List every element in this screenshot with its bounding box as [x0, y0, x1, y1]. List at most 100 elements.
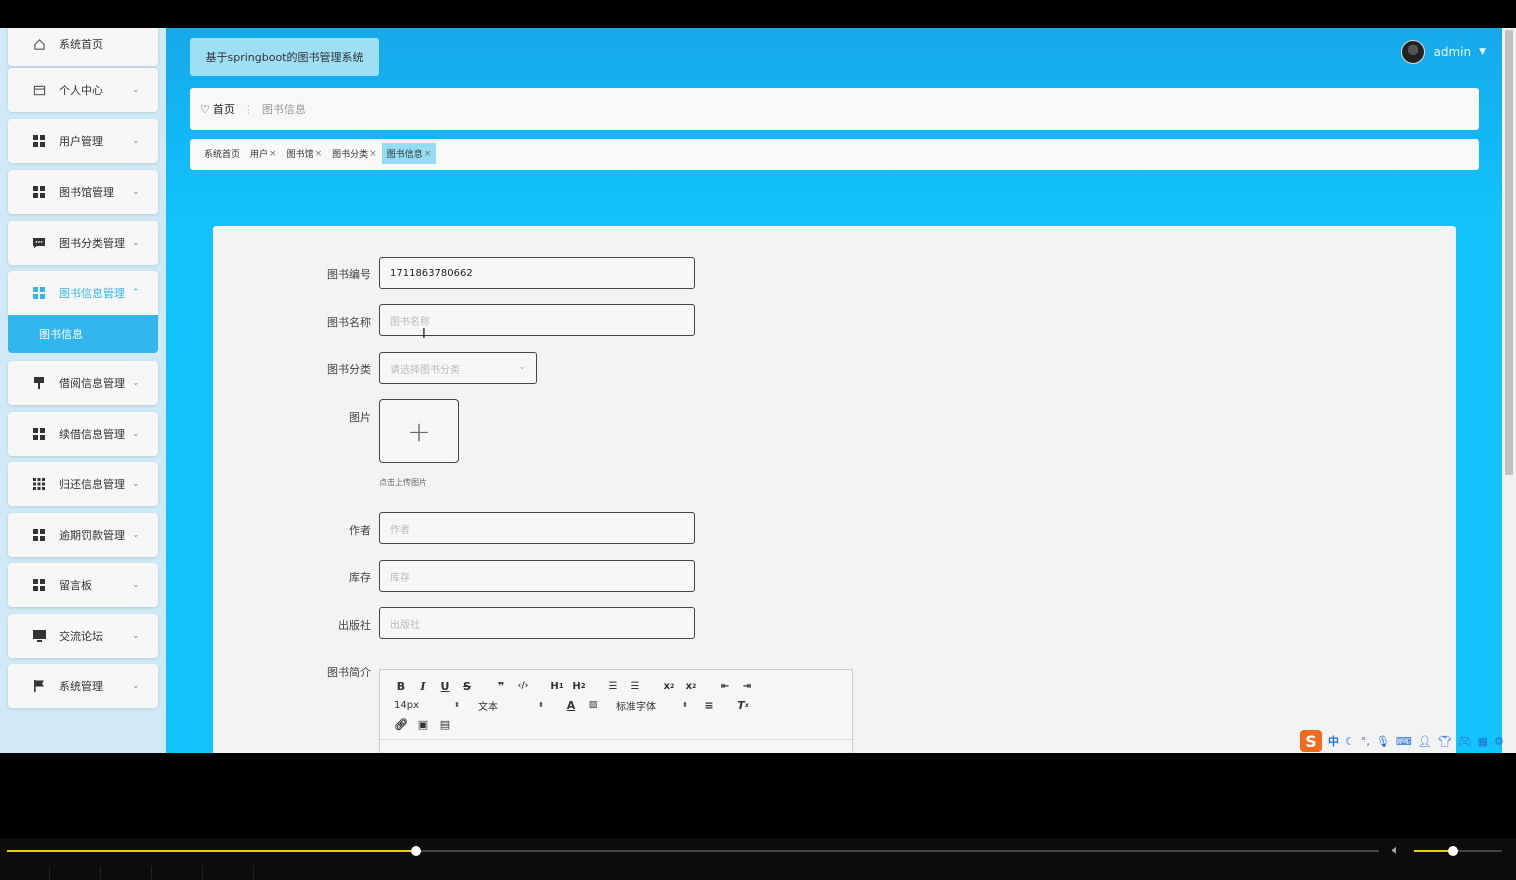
heading-1-icon[interactable]: H1 [546, 678, 568, 694]
tab-home[interactable]: 系统首页 [199, 143, 245, 164]
ordered-list-icon[interactable]: ☰ [602, 678, 624, 694]
close-icon[interactable]: × [269, 149, 277, 159]
updown-arrow-icon: ⬍ [682, 701, 688, 709]
user-icon[interactable]: 👤︎ [1418, 735, 1432, 748]
editor-toolbar-row-3: 🔗︎ ▣ ▤ [390, 716, 456, 732]
text-style-select[interactable]: 文本 ⬍ [474, 698, 544, 713]
font-size-select[interactable]: 14px ⬍ [390, 700, 460, 711]
game-icon[interactable]: 🎮︎ [1458, 735, 1472, 748]
bold-icon[interactable]: B [390, 678, 412, 694]
background-color-icon[interactable]: ▨ [582, 697, 604, 713]
sidebar-item-message-board[interactable]: 留言板 ⌄ [8, 563, 158, 607]
chevron-down-icon: ⌄ [132, 681, 140, 691]
progress-bar[interactable] [7, 846, 1379, 856]
moon-icon[interactable]: ☾ [1345, 735, 1355, 748]
image-icon[interactable]: ▣ [412, 716, 434, 732]
book-no-field[interactable]: 1711863780662 [379, 257, 695, 289]
sidebar-item-label: 系统管理 [59, 680, 103, 693]
tab-book-info[interactable]: 图书信息 × [381, 143, 437, 164]
category-select-placeholder: 请选择图书分类 [390, 364, 460, 376]
app-window: 系统首页 个人中心 ⌄ 用户管理 ⌄ 图书馆管理 ⌄ 图书分类管理 ⌄ 图书信息… [0, 28, 1516, 753]
tab-label: 用户 [250, 150, 269, 160]
author-field[interactable]: 作者 [379, 512, 695, 544]
book-name-label: 图书名称 [327, 316, 371, 329]
font-family-value: 标准字体 [616, 701, 656, 713]
volume-knob[interactable] [1447, 846, 1458, 856]
chevron-up-icon: ⌃ [132, 288, 140, 298]
player-control-slot [101, 866, 152, 880]
sidebar-item-user-management[interactable]: 用户管理 ⌄ [8, 119, 158, 163]
video-player-bar: 🔈︎ [0, 838, 1516, 880]
outdent-icon[interactable]: ⇤ [714, 678, 736, 694]
stock-field[interactable]: 库存 [379, 560, 695, 592]
font-family-select[interactable]: 标准字体 ⬍ [612, 698, 688, 713]
indent-icon[interactable]: ⇥ [736, 678, 758, 694]
strikethrough-icon[interactable]: S [456, 678, 478, 694]
image-upload-button[interactable]: + [379, 399, 459, 463]
superscript-icon[interactable]: x2 [680, 678, 702, 694]
microphone-icon[interactable]: 🎙︎ [1376, 735, 1390, 748]
clear-format-icon[interactable]: Tx [732, 697, 754, 713]
publisher-field[interactable]: 出版社 [379, 607, 695, 639]
sogou-logo-icon[interactable]: S [1300, 730, 1322, 752]
category-select[interactable]: 请选择图书分类 ⌄ [379, 352, 537, 384]
apps-grid-icon[interactable]: ▦ [1478, 735, 1488, 748]
sidebar-item-label: 个人中心 [59, 84, 103, 97]
sidebar-item-personal-center[interactable]: 个人中心 ⌄ [8, 68, 158, 112]
main-area: 基于springboot的图书管理系统 admin ▼ ♡ 首页 ⋮ 图书信息 … [166, 28, 1502, 753]
breadcrumb-home[interactable]: ♡ 首页 [200, 101, 235, 117]
align-icon[interactable]: ≡ [698, 697, 720, 713]
tab-user[interactable]: 用户 × [245, 143, 282, 164]
bullet-list-icon[interactable]: ☰ [624, 678, 646, 694]
volume-icon[interactable]: 🔈︎ [1392, 843, 1400, 858]
keyboard-icon[interactable]: ⌨ [1396, 735, 1412, 748]
close-icon[interactable]: × [369, 149, 377, 159]
sidebar-item-system-management[interactable]: 系统管理 ⌄ [8, 664, 158, 708]
skin-icon[interactable]: 👕︎ [1438, 735, 1452, 748]
sidebar-item-home[interactable]: 系统首页 [8, 28, 158, 66]
ime-language[interactable]: 中 [1328, 733, 1339, 749]
page-scrollbar[interactable] [1502, 28, 1516, 753]
sidebar-item-overdue-fine-management[interactable]: 逾期罚款管理 ⌄ [8, 513, 158, 557]
home-icon [33, 38, 59, 51]
sidebar-item-label: 用户管理 [59, 135, 103, 148]
user-menu[interactable]: admin ▼ [1401, 40, 1486, 64]
chevron-down-icon: ⌄ [132, 530, 140, 540]
sidebar-item-category-management[interactable]: 图书分类管理 ⌄ [8, 221, 158, 265]
punctuation-icon[interactable]: °, [1361, 735, 1370, 748]
sidebar-item-forum[interactable]: 交流论坛 ⌄ [8, 614, 158, 658]
underline-icon[interactable]: U [434, 678, 456, 694]
subscript-icon[interactable]: x2 [658, 678, 680, 694]
heading-2-icon[interactable]: H2 [568, 678, 590, 694]
chevron-down-icon: ⌄ [132, 378, 140, 388]
blockquote-icon[interactable]: ❞ [490, 678, 512, 694]
close-icon[interactable]: × [315, 149, 323, 159]
settings-icon[interactable]: ⚙ [1494, 735, 1504, 748]
grid-icon [33, 135, 59, 147]
video-icon[interactable]: ▤ [434, 716, 456, 732]
book-name-field[interactable]: 图书名称 [379, 304, 695, 336]
tab-library[interactable]: 图书馆 × [282, 143, 328, 164]
sidebar-item-renew-management[interactable]: 续借信息管理 ⌄ [8, 412, 158, 456]
image-label: 图片 [349, 411, 371, 424]
scrollbar-thumb[interactable] [1505, 30, 1513, 475]
book-no-label: 图书编号 [327, 268, 371, 281]
sidebar-item-return-management[interactable]: 归还信息管理 ⌄ [8, 462, 158, 506]
player-control-slot [203, 866, 254, 880]
sidebar-item-borrow-management[interactable]: 借阅信息管理 ⌄ [8, 361, 158, 405]
text-style-value: 文本 [478, 701, 498, 713]
sidebar: 系统首页 个人中心 ⌄ 用户管理 ⌄ 图书馆管理 ⌄ 图书分类管理 ⌄ 图书信息… [0, 28, 166, 753]
chevron-down-icon: ⌄ [132, 631, 140, 641]
progress-knob[interactable] [410, 846, 421, 856]
sidebar-item-book-info-management[interactable]: 图书信息管理 ⌃ [8, 271, 158, 315]
link-icon[interactable]: 🔗︎ [390, 716, 412, 732]
grid-icon [33, 186, 59, 198]
tab-book-category[interactable]: 图书分类 × [327, 143, 382, 164]
font-color-icon[interactable]: A [560, 697, 582, 713]
sidebar-item-library-management[interactable]: 图书馆管理 ⌄ [8, 170, 158, 214]
code-icon[interactable]: ‹/› [512, 678, 534, 694]
sidebar-subitem-book-info[interactable]: 图书信息 [8, 315, 158, 353]
volume-slider[interactable] [1414, 846, 1502, 856]
italic-icon[interactable]: I [412, 678, 434, 694]
close-icon[interactable]: × [424, 149, 432, 159]
